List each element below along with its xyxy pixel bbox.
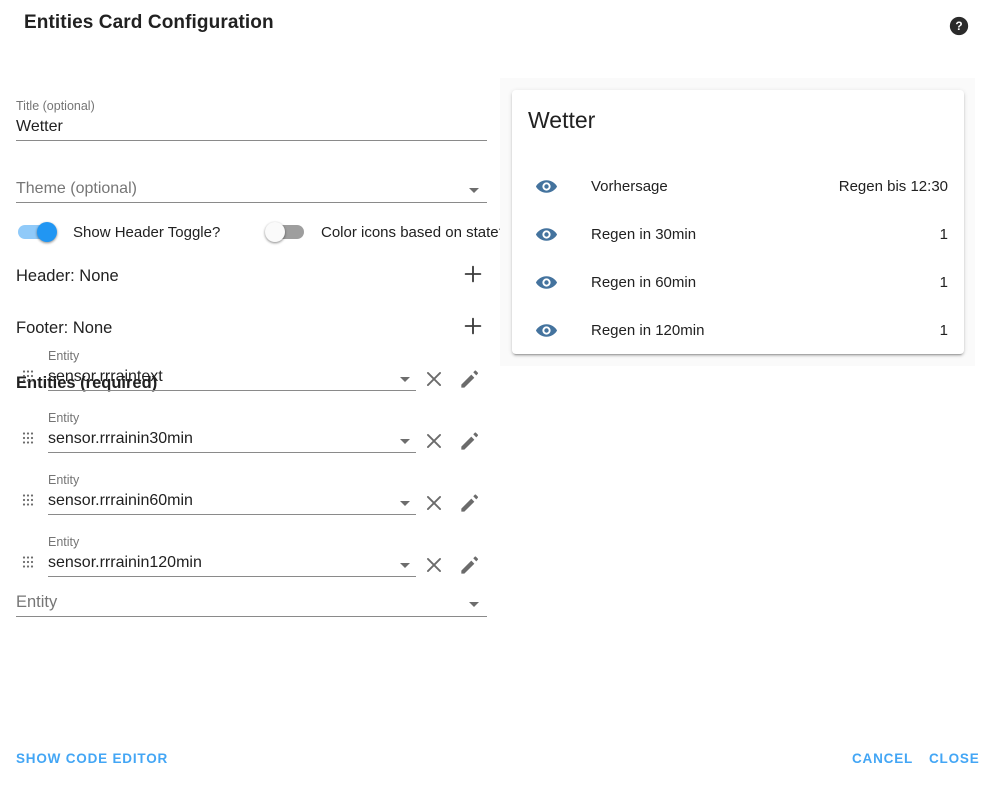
preview-row-state[interactable]: 1 <box>940 274 948 291</box>
entity-select-underline <box>48 576 416 577</box>
show-header-toggle-group: Show Header Toggle? <box>16 220 220 244</box>
add-header-button[interactable] <box>460 261 486 287</box>
cancel-button[interactable]: CANCEL <box>852 751 913 766</box>
preview-row-state[interactable]: 1 <box>940 322 948 339</box>
entity-select[interactable]: Entity sensor.rrrainin30min <box>48 410 416 453</box>
chevron-down-icon[interactable] <box>400 439 410 444</box>
chevron-down-icon[interactable] <box>400 377 410 382</box>
close-icon[interactable] <box>421 428 447 454</box>
chevron-down-icon[interactable] <box>469 602 479 607</box>
title-field-value: Wetter <box>16 118 63 135</box>
entity-select-underline <box>48 390 416 391</box>
card-preview-panel: Wetter Vorhersage Regen bis 12:30 Regen … <box>500 78 975 366</box>
preview-row-state[interactable]: Regen bis 12:30 <box>839 178 948 195</box>
footer-row-label: Footer: None <box>16 319 113 337</box>
show-header-toggle-switch[interactable] <box>16 220 60 244</box>
help-circle-icon[interactable]: ? <box>947 14 971 38</box>
preview-row[interactable]: Regen in 60min 1 <box>512 258 964 306</box>
pencil-icon[interactable] <box>457 366 483 392</box>
eye-icon[interactable] <box>534 174 558 198</box>
preview-row[interactable]: Vorhersage Regen bis 12:30 <box>512 162 964 210</box>
entity-select-label: Entity <box>48 349 80 363</box>
entity-select-underline <box>48 514 416 515</box>
color-icons-toggle-label: Color icons based on state? <box>321 223 507 241</box>
dialog-actions: SHOW CODE EDITOR CANCEL CLOSE <box>0 737 987 795</box>
entity-select[interactable]: Entity sensor.rrrainin120min <box>48 534 416 577</box>
eye-icon[interactable] <box>534 222 558 246</box>
entity-select-value: sensor.rrrainin60min <box>48 492 193 509</box>
add-footer-button[interactable] <box>460 313 486 339</box>
title-field-label: Title (optional) <box>16 99 95 113</box>
entities-card-configuration-dialog: Entities Card Configuration ? Title (opt… <box>0 0 987 795</box>
chevron-down-icon[interactable] <box>400 501 410 506</box>
theme-field-placeholder: Theme (optional) <box>16 180 137 197</box>
close-icon[interactable] <box>421 552 447 578</box>
title-field-underline <box>16 140 487 141</box>
preview-row-name: Regen in 30min <box>591 225 697 243</box>
header-row: Header: None <box>16 261 487 297</box>
preview-row-state[interactable]: 1 <box>940 226 948 243</box>
entity-select-label: Entity <box>48 473 80 487</box>
entity-row: Entity sensor.rrrainin60min <box>0 466 500 528</box>
eye-icon[interactable] <box>534 270 558 294</box>
entity-select-value: sensor.rrrainin120min <box>48 554 202 571</box>
entity-select[interactable]: Entity sensor.rrrainin60min <box>48 472 416 515</box>
close-button[interactable]: CLOSE <box>929 751 980 766</box>
entity-select-label: Entity <box>48 535 80 549</box>
drag-handle-icon[interactable] <box>21 555 35 573</box>
entity-rows-list: Entity sensor.rrraintext Entity sensor.r… <box>0 342 500 590</box>
preview-row-name: Regen in 60min <box>591 273 697 291</box>
entity-row: Entity sensor.rrrainin30min <box>0 404 500 466</box>
drag-handle-icon[interactable] <box>21 493 35 511</box>
entity-select-underline <box>48 452 416 453</box>
color-icons-toggle-switch[interactable] <box>264 220 308 244</box>
preview-row-name: Regen in 120min <box>591 321 705 339</box>
show-code-editor-button[interactable]: SHOW CODE EDITOR <box>16 751 168 766</box>
title-field[interactable]: Title (optional) Wetter <box>16 98 487 141</box>
entity-row: Entity sensor.rrrainin120min <box>0 528 500 590</box>
drag-handle-icon[interactable] <box>21 369 35 387</box>
preview-card-title: Wetter <box>528 107 596 133</box>
color-icons-toggle-group: Color icons based on state? <box>264 220 507 244</box>
switch-thumb <box>265 222 285 242</box>
chevron-down-icon[interactable] <box>400 563 410 568</box>
toggles-row: Show Header Toggle? Color icons based on… <box>16 220 507 252</box>
entity-picker-underline <box>16 616 487 617</box>
entity-select-label: Entity <box>48 411 80 425</box>
entity-select[interactable]: Entity sensor.rrraintext <box>48 348 416 391</box>
pencil-icon[interactable] <box>457 428 483 454</box>
pencil-icon[interactable] <box>457 490 483 516</box>
theme-field-underline <box>16 202 487 203</box>
close-icon[interactable] <box>421 490 447 516</box>
eye-icon[interactable] <box>534 318 558 342</box>
dialog-title: Entities Card Configuration <box>24 12 274 33</box>
entity-select-value: sensor.rrraintext <box>48 368 163 385</box>
entity-row: Entity sensor.rrraintext <box>0 342 500 404</box>
preview-row[interactable]: Regen in 120min 1 <box>512 306 964 354</box>
chevron-down-icon[interactable] <box>469 188 479 193</box>
entity-picker-placeholder: Entity <box>16 593 58 611</box>
preview-row[interactable]: Regen in 30min 1 <box>512 210 964 258</box>
entity-picker-empty[interactable]: Entity <box>16 588 487 617</box>
header-row-label: Header: None <box>16 267 119 285</box>
switch-thumb <box>37 222 57 242</box>
preview-card-rows: Vorhersage Regen bis 12:30 Regen in 30mi… <box>512 162 964 354</box>
entities-card-preview: Wetter Vorhersage Regen bis 12:30 Regen … <box>512 90 964 354</box>
svg-text:?: ? <box>955 19 962 33</box>
entity-select-value: sensor.rrrainin30min <box>48 430 193 447</box>
close-icon[interactable] <box>421 366 447 392</box>
show-header-toggle-label: Show Header Toggle? <box>73 223 221 241</box>
preview-row-name: Vorhersage <box>591 177 668 195</box>
pencil-icon[interactable] <box>457 552 483 578</box>
theme-field[interactable]: Theme (optional) <box>16 176 487 203</box>
drag-handle-icon[interactable] <box>21 431 35 449</box>
